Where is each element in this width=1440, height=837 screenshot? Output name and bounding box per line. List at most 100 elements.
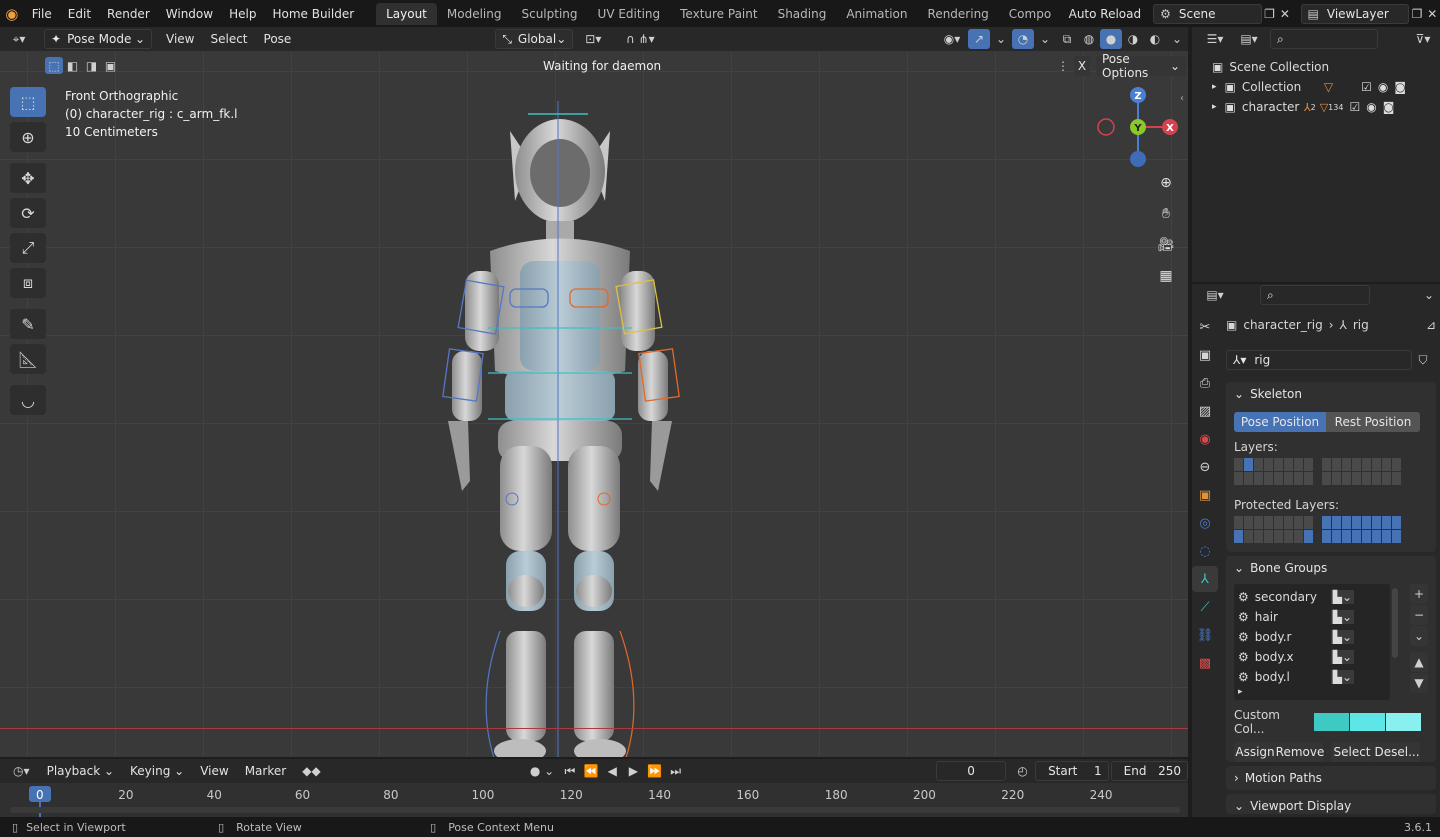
- layer-toggle[interactable]: [1294, 458, 1303, 471]
- x-mirror-button[interactable]: X: [1074, 56, 1090, 76]
- expand-arrow-icon[interactable]: ▸: [1212, 102, 1217, 112]
- transform-orientation-selector[interactable]: ⤡ Global ⌄: [495, 29, 574, 49]
- bone-tab-icon[interactable]: ⟋: [1192, 594, 1218, 620]
- armature-data-tab-icon[interactable]: ⅄: [1192, 566, 1218, 592]
- motion-paths-header[interactable]: › Motion Paths: [1226, 766, 1436, 790]
- sidebar-toggle-icon[interactable]: ‹: [1180, 93, 1184, 104]
- zoom-icon[interactable]: ⊕: [1152, 169, 1180, 197]
- layer-toggle[interactable]: [1244, 530, 1253, 543]
- output-tab-icon[interactable]: ⎙: [1192, 370, 1218, 396]
- camera-icon[interactable]: ◙: [1394, 80, 1406, 94]
- record-icon[interactable]: ● ⌄: [525, 761, 560, 781]
- layer-toggle[interactable]: [1382, 516, 1391, 529]
- layer-toggle[interactable]: [1362, 472, 1371, 485]
- character-rig-model[interactable]: [380, 101, 740, 757]
- delete-scene-icon[interactable]: ✕: [1277, 4, 1292, 24]
- layer-toggle[interactable]: [1392, 458, 1401, 471]
- layer-toggle[interactable]: [1304, 530, 1313, 543]
- layer-toggle[interactable]: [1392, 472, 1401, 485]
- auto-reload-button[interactable]: Auto Reload: [1061, 7, 1150, 21]
- assign-button[interactable]: Assign: [1234, 742, 1276, 762]
- render-tab-icon[interactable]: ▣: [1192, 342, 1218, 368]
- tab-shading[interactable]: Shading: [768, 3, 837, 25]
- armature-name-field[interactable]: ⅄▾ rig: [1226, 350, 1412, 370]
- outliner-item-character[interactable]: ▸ ▣ character ⅄ 2 ▽ 134 ☑ ◉ ◙: [1212, 97, 1440, 117]
- jump-start-icon[interactable]: ⏮: [559, 761, 580, 781]
- select-extend-icon[interactable]: ◧: [63, 57, 82, 74]
- bone-group-item[interactable]: ⚙ body.r ▙⌄: [1238, 627, 1386, 647]
- layer-toggle[interactable]: [1322, 472, 1331, 485]
- layer-toggle[interactable]: [1284, 530, 1293, 543]
- jump-end-icon[interactable]: ⏭: [665, 761, 686, 781]
- tab-modeling[interactable]: Modeling: [437, 3, 512, 25]
- layer-toggle[interactable]: [1332, 516, 1341, 529]
- bone-group-item[interactable]: ⚙ secondary ▙⌄: [1238, 587, 1386, 607]
- add-bone-group-icon[interactable]: +: [1410, 584, 1428, 604]
- layer-toggle[interactable]: [1332, 458, 1341, 471]
- outliner-scene-collection[interactable]: ▣ Scene Collection: [1212, 57, 1440, 77]
- eye-icon[interactable]: ◉: [1366, 100, 1376, 114]
- layer-toggle[interactable]: [1372, 516, 1381, 529]
- menu-edit[interactable]: Edit: [60, 7, 99, 21]
- timeline-menu-marker[interactable]: Marker: [237, 764, 294, 778]
- viewport-menu-pose[interactable]: Pose: [256, 32, 300, 46]
- pivot-point-icon[interactable]: ⊡▾: [577, 29, 609, 49]
- timeline-scrollbar[interactable]: [10, 807, 1180, 813]
- bone-group-item[interactable]: ⚙ hair ▙⌄: [1238, 607, 1386, 627]
- menu-render[interactable]: Render: [99, 7, 158, 21]
- color-set-icon[interactable]: ▙⌄: [1330, 630, 1355, 644]
- layer-toggle[interactable]: [1284, 458, 1293, 471]
- layer-toggle[interactable]: [1254, 516, 1263, 529]
- rotate-tool-icon[interactable]: ⟳: [10, 198, 46, 228]
- pose-options-button[interactable]: Pose Options ⌄: [1096, 52, 1186, 80]
- custom-color-active[interactable]: [1386, 713, 1421, 731]
- object-filter-icon[interactable]: ▽: [1324, 80, 1333, 94]
- overlay-toggle-icon[interactable]: ◔: [1012, 29, 1034, 49]
- material-shading-icon[interactable]: ◑: [1122, 29, 1144, 49]
- layer-toggle[interactable]: [1274, 530, 1283, 543]
- timeline-menu-keying[interactable]: Keying ⌄: [122, 764, 192, 778]
- skeleton-panel-header[interactable]: ⌄ Skeleton: [1226, 382, 1436, 406]
- cursor-tool-icon[interactable]: ⊕: [10, 122, 46, 152]
- viewport-display-header[interactable]: ⌄ Viewport Display: [1226, 794, 1436, 814]
- remove-bone-group-icon[interactable]: −: [1410, 605, 1428, 625]
- world-tab-icon[interactable]: ⊖: [1192, 454, 1218, 480]
- remove-button[interactable]: Remove: [1276, 742, 1324, 762]
- view-layer-selector[interactable]: ▤ ViewLayer: [1300, 3, 1410, 24]
- ortho-grid-icon[interactable]: ▦: [1152, 262, 1180, 290]
- layer-toggle[interactable]: [1294, 530, 1303, 543]
- layer-toggle[interactable]: [1284, 516, 1293, 529]
- layer-toggle[interactable]: [1264, 516, 1273, 529]
- blender-logo-icon[interactable]: ◉: [0, 5, 24, 23]
- checkbox-icon[interactable]: ☑: [1361, 80, 1372, 94]
- layer-toggle[interactable]: [1274, 516, 1283, 529]
- menu-window[interactable]: Window: [158, 7, 221, 21]
- layer-toggle[interactable]: [1362, 516, 1371, 529]
- shading-dropdown-icon[interactable]: ⌄: [1166, 29, 1188, 49]
- viewport-menu-view[interactable]: View: [158, 32, 202, 46]
- viewport-menu-select[interactable]: Select: [202, 32, 255, 46]
- navigation-gizmo[interactable]: Z X Y: [1090, 83, 1186, 179]
- layer-toggle[interactable]: [1382, 472, 1391, 485]
- layer-toggle[interactable]: [1342, 458, 1351, 471]
- layer-toggle[interactable]: [1362, 458, 1371, 471]
- play-icon[interactable]: ▶: [623, 761, 644, 781]
- camera-view-icon[interactable]: 🎥︎: [1152, 231, 1180, 259]
- custom-color-select[interactable]: [1350, 713, 1385, 731]
- layer-toggle[interactable]: [1392, 530, 1401, 543]
- 3d-viewport[interactable]: ⬚ ◧ ◨ ▣ Front Orthographic (0) character…: [0, 51, 1188, 757]
- scene-selector[interactable]: ⚙ Scene: [1153, 3, 1262, 24]
- expand-arrow-icon[interactable]: ▸: [1212, 82, 1217, 92]
- select-box-tool-icon[interactable]: ⬚: [10, 87, 46, 117]
- current-frame-field[interactable]: 0: [936, 761, 1006, 781]
- color-set-icon[interactable]: ▙⌄: [1330, 610, 1355, 624]
- layer-toggle[interactable]: [1254, 472, 1263, 485]
- layer-toggle[interactable]: [1294, 516, 1303, 529]
- layer-toggle[interactable]: [1322, 516, 1331, 529]
- layer-toggle[interactable]: [1332, 472, 1341, 485]
- color-set-icon[interactable]: ▙⌄: [1330, 650, 1355, 664]
- wireframe-shading-icon[interactable]: ◍: [1078, 29, 1100, 49]
- scene-tab-icon[interactable]: ◉: [1192, 426, 1218, 452]
- outliner-item-collection[interactable]: ▸ ▣ Collection ▽ ☑ ◉ ◙: [1212, 77, 1440, 97]
- chevron-down-icon[interactable]: ⌄: [1418, 285, 1440, 305]
